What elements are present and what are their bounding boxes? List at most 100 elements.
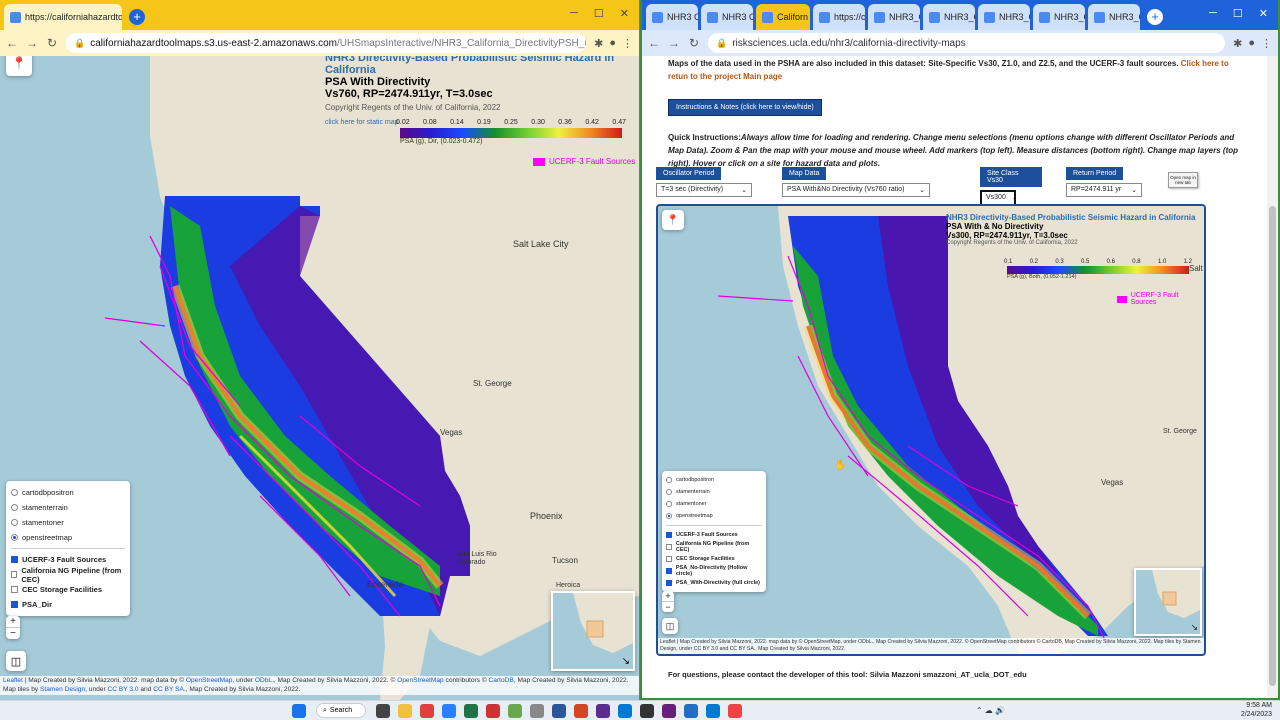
terminal-icon[interactable] <box>640 703 654 718</box>
overlay-option[interactable]: CEC Storage Facilities <box>666 553 762 565</box>
edge-icon[interactable] <box>442 703 456 718</box>
forward-icon[interactable]: → <box>26 36 38 50</box>
overlay-option[interactable]: PSA_No-Directivity (Hollow circle) <box>666 565 762 577</box>
visual-studio-icon[interactable] <box>662 703 676 718</box>
radio-icon[interactable] <box>666 477 672 483</box>
measure-button[interactable]: ◫ <box>6 651 26 671</box>
cc-by-link[interactable]: CC BY 3.0 <box>108 686 139 693</box>
select-value[interactable]: T=3 sec (Directivity) ⌄ <box>656 183 752 197</box>
forward-icon[interactable]: → <box>668 36 680 50</box>
checkbox-icon[interactable] <box>11 571 18 578</box>
menu-icon[interactable]: ⋮ <box>622 37 633 50</box>
checkbox-icon[interactable] <box>11 601 18 608</box>
minimap[interactable]: ↘ <box>551 591 635 671</box>
start-button-icon[interactable] <box>292 703 306 718</box>
outlook-icon[interactable] <box>618 703 632 718</box>
menu-icon[interactable]: ⋮ <box>1261 37 1272 50</box>
add-marker-button[interactable]: 📍 <box>6 56 32 76</box>
zoom-out-button[interactable]: − <box>662 602 674 612</box>
oscillator-period-select[interactable]: Oscillator Period T=3 sec (Directivity) ⌄ <box>656 167 752 197</box>
r-icon[interactable] <box>684 703 698 718</box>
odbl-link[interactable]: ODbL <box>255 677 272 684</box>
instructions-toggle-button[interactable]: Instructions & Notes (click here to view… <box>668 99 822 116</box>
basemap-option[interactable]: stamenterrain <box>11 500 125 515</box>
vscode-icon[interactable] <box>706 703 720 718</box>
app-icon[interactable] <box>728 703 742 718</box>
extension-puzzle-icon[interactable]: ✱ <box>594 37 603 50</box>
minimap[interactable]: ↘ <box>1134 568 1202 636</box>
overlay-option[interactable]: California NG Pipeline (from CEC) <box>666 541 762 553</box>
overlay-option[interactable]: PSA_Dir <box>11 597 125 612</box>
zoom-in-button[interactable]: + <box>662 591 674 602</box>
hazard-map-right[interactable]: Salt Vegas St. George NHR3 Directivity-B… <box>656 204 1206 656</box>
checkbox-icon[interactable] <box>666 580 672 586</box>
basemap-option[interactable]: stamentoner <box>11 515 125 530</box>
reload-icon[interactable]: ↻ <box>688 36 700 50</box>
clock[interactable]: 9:58 AM 2/24/2023 <box>1241 702 1280 719</box>
app-icon[interactable] <box>508 703 522 718</box>
browser-tab[interactable]: NHR3_C✕ <box>978 4 1030 30</box>
reload-icon[interactable]: ↻ <box>46 36 58 50</box>
browser-tab[interactable]: https://c✕ <box>813 4 865 30</box>
radio-icon[interactable] <box>11 489 18 496</box>
maximize-icon[interactable]: ☐ <box>1233 7 1243 20</box>
radio-icon[interactable] <box>11 519 18 526</box>
overlay-option[interactable]: CEC Storage Facilities <box>11 582 125 597</box>
osm-link[interactable]: OpenStreetMap <box>397 677 444 684</box>
back-icon[interactable]: ← <box>6 36 18 50</box>
hazard-map-left[interactable]: Salt Lake City St. George Vegas Phoenix … <box>0 56 639 700</box>
map-data-select[interactable]: Map Data PSA With&No Directivity (Vs760 … <box>782 167 930 197</box>
browser-tab[interactable]: NHR3_C✕ <box>868 4 920 30</box>
overlay-option[interactable]: California NG Pipeline (from CEC) <box>11 566 125 584</box>
address-bar[interactable]: 🔒 risksciences.ucla.edu/nhr3/california-… <box>708 33 1226 53</box>
page-scrollbar[interactable] <box>1267 56 1278 698</box>
measure-button[interactable]: ◫ <box>662 618 678 634</box>
checkbox-icon[interactable] <box>11 586 18 593</box>
basemap-option[interactable]: openstreetmap <box>11 530 125 545</box>
extension-puzzle-icon[interactable]: ✱ <box>1233 37 1242 50</box>
zoom-in-button[interactable]: + <box>6 616 20 628</box>
overlay-option[interactable]: PSA_With-Directivity (full circle) <box>666 577 762 589</box>
cartodb-link[interactable]: CartoDB <box>489 677 514 684</box>
minimize-icon[interactable]: ─ <box>570 7 578 20</box>
basemap-option[interactable]: cartodbpositron <box>666 474 762 486</box>
osm-link[interactable]: OpenStreetMap <box>186 677 233 684</box>
minimap-toggle-icon[interactable]: ↘ <box>1190 622 1198 633</box>
browser-tab[interactable]: Californ✕ <box>756 4 810 30</box>
chrome-icon[interactable] <box>420 703 434 718</box>
radio-icon[interactable] <box>11 504 18 511</box>
radio-icon[interactable] <box>666 489 672 495</box>
radio-icon[interactable] <box>11 534 18 541</box>
back-icon[interactable]: ← <box>648 36 660 50</box>
minimize-icon[interactable]: ─ <box>1209 7 1217 20</box>
new-tab-button[interactable]: + <box>129 9 145 25</box>
browser-tab[interactable]: NHR3 C✕ <box>701 4 753 30</box>
tab-hazard-map[interactable]: https://californiahazardtoolmaps. ✕ <box>4 4 122 30</box>
checkbox-icon[interactable] <box>666 544 672 550</box>
new-tab-button[interactable]: + <box>1147 9 1163 25</box>
basemap-option[interactable]: cartodbpositron <box>11 485 125 500</box>
zoom-out-button[interactable]: − <box>6 628 20 639</box>
select-value[interactable]: PSA With&No Directivity (Vs760 ratio) ⌄ <box>782 183 930 197</box>
checkbox-icon[interactable] <box>11 556 18 563</box>
basemap-option[interactable]: stamenterrain <box>666 486 762 498</box>
scrollbar-thumb[interactable] <box>1269 206 1276 686</box>
word-icon[interactable] <box>552 703 566 718</box>
overlay-option[interactable]: UCERF-3 Fault Sources <box>666 529 762 541</box>
leaflet-link[interactable]: Leaflet <box>3 677 23 684</box>
maximize-icon[interactable]: ☐ <box>594 7 604 20</box>
checkbox-icon[interactable] <box>666 532 672 538</box>
basemap-option[interactable]: stamentoner <box>666 498 762 510</box>
add-marker-button[interactable]: 📍 <box>662 210 684 230</box>
browser-tab[interactable]: NHR3_C✕ <box>1033 4 1085 30</box>
radio-icon[interactable] <box>666 513 672 519</box>
task-view-icon[interactable] <box>376 703 390 718</box>
close-window-icon[interactable]: ✕ <box>1259 7 1268 20</box>
basemap-option[interactable]: openstreetmap <box>666 510 762 522</box>
acrobat-icon[interactable] <box>486 703 500 718</box>
profile-icon[interactable]: ● <box>609 37 616 50</box>
return-period-select[interactable]: Return Period RP=2474.911 yr ⌄ <box>1066 167 1142 197</box>
browser-tab[interactable]: NHR3 C✕ <box>646 4 698 30</box>
stamen-design-link[interactable]: Design <box>65 686 86 693</box>
minimap-toggle-icon[interactable]: ↘ <box>622 656 630 667</box>
